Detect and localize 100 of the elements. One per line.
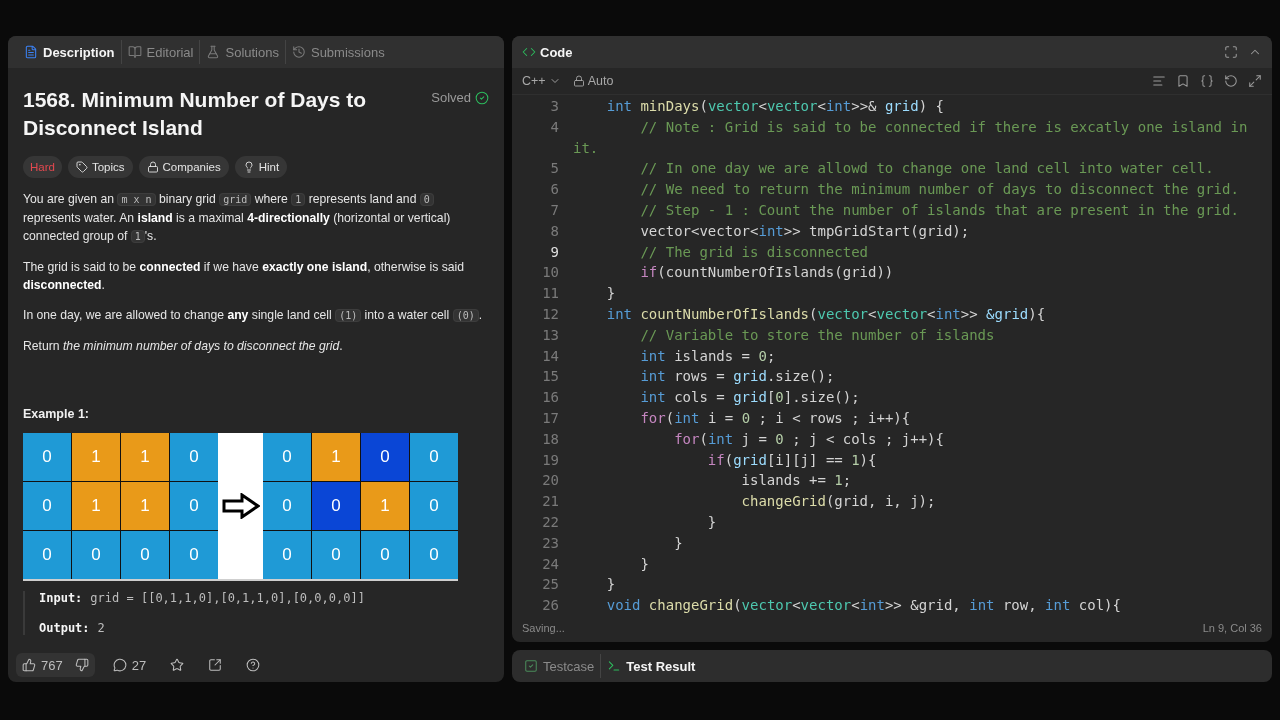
tag-icon <box>75 161 88 173</box>
code-line: int rows = grid.size(); <box>639 367 836 387</box>
panel-tab[interactable]: Test Result <box>600 654 702 678</box>
code-line: if(grid[i][j] == 1){ <box>706 450 878 470</box>
grid-cell: 0 <box>121 531 169 579</box>
thumbs-up-icon <box>22 658 36 672</box>
save-status: Saving... <box>522 622 565 634</box>
check-circle-icon <box>475 90 489 105</box>
grid-cell: 0 <box>410 531 458 579</box>
code-icon <box>522 45 536 59</box>
grid-cell: 1 <box>121 482 169 530</box>
output-label: Output: <box>39 621 90 635</box>
panel-tab[interactable]: Editorial <box>120 40 200 64</box>
grid-cell: 0 <box>312 531 360 579</box>
code-line: int islands = 0; <box>639 346 777 366</box>
code-line: for(int j = 0 ; j < cols ; j++){ <box>673 429 945 449</box>
panel-tab[interactable]: Solutions <box>199 40 285 64</box>
arrow-icon <box>221 493 260 519</box>
grid-cell: 0 <box>263 482 311 530</box>
lightbulb-icon <box>242 161 255 173</box>
line-number: 11 <box>541 284 560 304</box>
line-number: 19 <box>541 450 560 470</box>
grid-cell: 0 <box>410 433 458 481</box>
line-number: 23 <box>541 533 560 553</box>
code-line: islands += 1; <box>740 471 853 491</box>
panel-tab[interactable]: Testcase <box>518 654 601 678</box>
line-number: 12 <box>541 304 560 324</box>
solved-status: Solved <box>431 90 489 105</box>
grid-cell: 1 <box>72 433 120 481</box>
bookmark-icon <box>1176 74 1190 88</box>
code-line: int cols = grid[0].size(); <box>639 388 861 408</box>
input-value: grid = [[0,1,1,0],[0,1,1,0],[0,0,0,0]] <box>90 591 365 605</box>
comments-button[interactable]: 27 <box>106 653 153 677</box>
code-line: changeGrid(grid, i, j); <box>740 492 937 512</box>
line-number: 17 <box>541 408 560 428</box>
code-line: int countNumberOfIslands(vector<vector<int>> &grid){ <box>605 304 1047 324</box>
line-number: 15 <box>541 367 560 387</box>
grid-cell: 0 <box>23 482 71 530</box>
line-number: 10 <box>541 263 560 283</box>
grid-cell: 0 <box>23 433 71 481</box>
code-line: } <box>639 554 650 574</box>
line-number: 14 <box>541 346 560 366</box>
code-line: } <box>706 512 718 532</box>
problem-title: 1568. Minimum Number of Days to Disconnect Island <box>23 87 368 141</box>
tag-button[interactable]: Topics <box>67 156 133 178</box>
format-icon <box>1152 74 1166 88</box>
grid-cell: 0 <box>170 531 218 579</box>
code-line: // Variable to store the number of islands <box>639 325 996 345</box>
panel-tab[interactable]: Description <box>18 40 121 64</box>
line-number: 3 <box>549 97 560 116</box>
output-value: 2 <box>97 621 105 635</box>
code-line: // In one day we are allowd to change one land cell into water cell. <box>639 159 1215 179</box>
lock-icon <box>572 75 585 87</box>
checkbox-icon <box>524 659 538 673</box>
cursor-position: Ln 9, Col 36 <box>1202 622 1262 634</box>
code-line: // The grid is disconnected <box>639 242 869 262</box>
thumbs-down-icon <box>74 658 89 672</box>
comment-icon <box>112 658 127 672</box>
example-title: Example 1: <box>23 407 90 421</box>
line-number: 25 <box>541 575 560 595</box>
line-number: 13 <box>541 325 560 345</box>
tag-button[interactable]: Hint <box>234 156 288 178</box>
language-select[interactable]: C++ <box>522 74 561 88</box>
line-number: 18 <box>541 429 560 449</box>
difficulty-badge: Hard <box>23 156 62 178</box>
code-line: } <box>673 533 684 553</box>
line-number: 6 <box>549 180 560 200</box>
line-number: 8 <box>549 221 560 241</box>
tag-button[interactable]: Companies <box>138 156 229 178</box>
expand-icon <box>1248 74 1262 88</box>
grid-cell: 1 <box>72 482 120 530</box>
code-line: } <box>605 284 617 304</box>
code-line: // Step - 1 : Count the number of islands that are present in the grid. <box>639 201 1240 220</box>
description-paragraph: The grid is said to be connected if we have exactly one island, otherwise is said disconnected. <box>23 259 465 294</box>
line-number: 7 <box>549 201 560 220</box>
code-line: void changeGrid(vector<vector<int>> &grid, int row, int col){ <box>605 596 1122 614</box>
line-number: 24 <box>541 554 560 574</box>
flask-icon <box>206 45 221 59</box>
line-number: 26 <box>541 596 560 614</box>
terminal-icon <box>607 659 622 673</box>
panel-title: Code <box>522 44 573 60</box>
history-icon <box>291 45 306 59</box>
line-number: 16 <box>541 388 560 408</box>
line-number: 20 <box>541 471 560 491</box>
grid-cell: 0 <box>312 482 360 530</box>
code-line: vector<vector<int>> tmpGridStart(grid); <box>639 221 971 241</box>
panel-tab[interactable]: Submissions <box>284 40 391 64</box>
line-number: 9 <box>549 242 560 262</box>
grid-cell: 0 <box>170 433 218 481</box>
grid-cell: 1 <box>361 482 409 530</box>
code-line: } <box>605 575 617 595</box>
code-line: // Note : Grid is said to be connected if there is excatly one island in it. <box>573 117 1249 158</box>
line-number: 21 <box>541 492 560 512</box>
document-icon <box>24 45 38 59</box>
grid-cell: 0 <box>263 531 311 579</box>
grid-cell: 0 <box>263 433 311 481</box>
code-line: int minDays(vector<vector<int>>& grid) { <box>605 97 945 116</box>
description-paragraph: You are given an m x n binary grid grid where 1 represents land and 0 represents water. An island is a maximal 4-directionally (horizontal or vertical) connected group of 1 's. <box>23 191 452 245</box>
auto-mode-button[interactable]: Auto <box>572 74 614 88</box>
grid-cell: 0 <box>23 531 71 579</box>
